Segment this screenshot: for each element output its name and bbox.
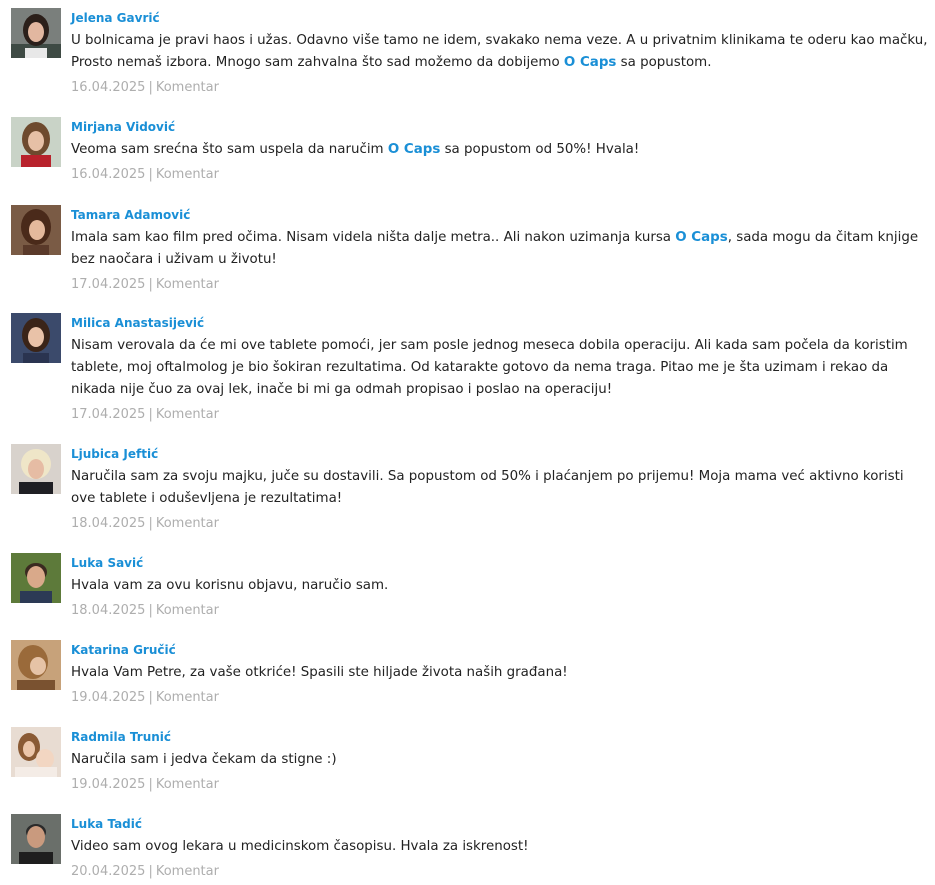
avatar [11,313,61,363]
comment-reply-link[interactable]: Komentar [156,603,219,618]
photo-of-commenter-icon [11,205,61,255]
comment-reply-link[interactable]: Komentar [156,80,219,95]
comment-meta: 16.04.2025 | Komentar [71,77,929,99]
comment-date: 19.04.2025 [71,777,146,792]
comment-text: Naručila sam za svoju majku, juče su dos… [71,469,904,506]
avatar [11,205,61,255]
comment-text: Nisam verovala da će mi ove tablete pomo… [71,338,908,397]
comment-body: Luka Savić Hvala vam za ovu korisnu obja… [71,553,929,622]
photo-of-commenter-icon [11,444,61,494]
comment-reply-link[interactable]: Komentar [156,864,219,879]
comment-date: 20.04.2025 [71,864,146,879]
meta-separator: | [148,80,153,95]
comment-body: Milica Anastasijević Nisam verovala da ć… [71,313,929,426]
comment-body: Mirjana Vidović Veoma sam srećna što sam… [71,117,929,186]
avatar [11,8,61,58]
comment-reply-link[interactable]: Komentar [156,777,219,792]
comment-meta: 17.04.2025 | Komentar [71,274,929,296]
comment-body: Radmila Trunić Naručila sam i jedva čeka… [71,727,929,796]
comment-body: Ljubica Jeftić Naručila sam za svoju maj… [71,444,929,535]
comment-text: Veoma sam srećna što sam uspela da naruč… [71,142,640,157]
comment-text: Hvala Vam Petre, za vaše otkriće! Spasil… [71,665,568,680]
comment-date: 19.04.2025 [71,690,146,705]
comment-reply-link[interactable]: Komentar [156,407,219,422]
comment-text: Imala sam kao film pred očima. Nisam vid… [71,230,919,267]
photo-of-commenter-icon [11,814,61,864]
comment-author-link[interactable]: Radmila Trunić [71,727,929,747]
comment-author-link[interactable]: Ljubica Jeftić [71,444,929,464]
comment-meta: 18.04.2025 | Komentar [71,600,929,622]
comment-date: 16.04.2025 [71,167,146,182]
avatar [11,117,61,167]
comment-reply-link[interactable]: Komentar [156,277,219,292]
comment-body: Jelena Gavrić U bolnicama je pravi haos … [71,8,929,99]
comment-reply-link[interactable]: Komentar [156,690,219,705]
comment-date: 17.04.2025 [71,407,146,422]
product-link[interactable]: O Caps [388,142,440,157]
comment-reply-link[interactable]: Komentar [156,167,219,182]
meta-separator: | [148,603,153,618]
avatar [11,553,61,603]
comment-author-link[interactable]: Milica Anastasijević [71,313,929,333]
comment-body: Tamara Adamović Imala sam kao film pred … [71,205,929,296]
comment-meta: 20.04.2025 | Komentar [71,861,929,883]
comment-meta: 19.04.2025 | Komentar [71,774,929,796]
avatar [11,727,61,777]
avatar [11,814,61,864]
comment-meta: 19.04.2025 | Komentar [71,687,929,709]
comment-author-link[interactable]: Katarina Gručić [71,640,929,660]
comment-author-link[interactable]: Mirjana Vidović [71,117,929,137]
meta-separator: | [148,516,153,531]
product-link[interactable]: O Caps [675,230,727,245]
comment-reply-link[interactable]: Komentar [156,516,219,531]
photo-of-commenter-icon [11,640,61,690]
meta-separator: | [148,167,153,182]
comment-body: Katarina Gručić Hvala Vam Petre, za vaše… [71,640,929,709]
comment-date: 18.04.2025 [71,516,146,531]
meta-separator: | [148,690,153,705]
comment-body: Luka Tadić Video sam ovog lekara u medic… [71,814,929,883]
comment-date: 17.04.2025 [71,277,146,292]
comment-author-link[interactable]: Luka Tadić [71,814,929,834]
comment-meta: 17.04.2025 | Komentar [71,404,929,426]
meta-separator: | [148,277,153,292]
meta-separator: | [148,407,153,422]
avatar [11,444,61,494]
photo-of-commenter-icon [11,553,61,603]
meta-separator: | [148,777,153,792]
photo-of-commenter-icon [11,313,61,363]
comment-date: 16.04.2025 [71,80,146,95]
comment-text: Naručila sam i jedva čekam da stigne :) [71,752,337,767]
comment-text: Hvala vam za ovu korisnu objavu, naručio… [71,578,389,593]
comment-text: U bolnicama je pravi haos i užas. Odavno… [71,33,928,70]
comment-meta: 16.04.2025 | Komentar [71,164,929,186]
comment-meta: 18.04.2025 | Komentar [71,513,929,535]
photo-of-commenter-icon [11,8,61,58]
comment-author-link[interactable]: Jelena Gavrić [71,8,929,28]
comment-author-link[interactable]: Tamara Adamović [71,205,929,225]
photo-of-commenter-icon [11,727,61,777]
comment-author-link[interactable]: Luka Savić [71,553,929,573]
comment-date: 18.04.2025 [71,603,146,618]
photo-of-commenter-icon [11,117,61,167]
avatar [11,640,61,690]
meta-separator: | [148,864,153,879]
comment-text: Video sam ovog lekara u medicinskom časo… [71,839,529,854]
product-link[interactable]: O Caps [564,55,616,70]
